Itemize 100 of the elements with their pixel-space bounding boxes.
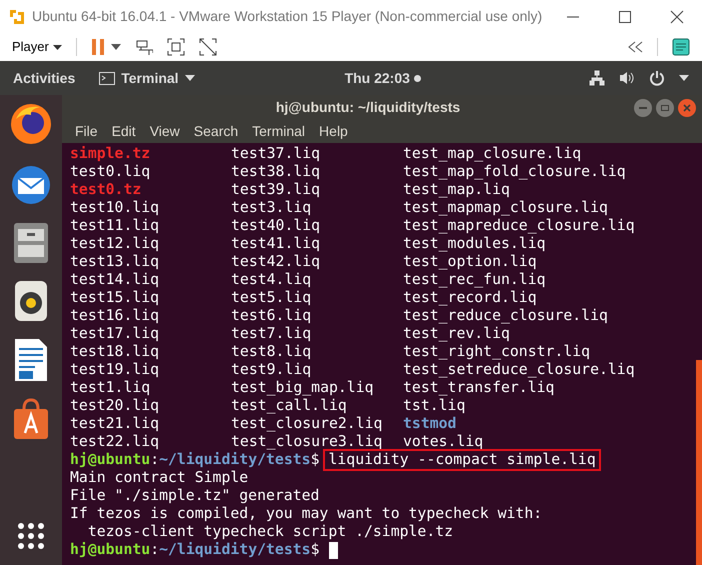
mail-client-icon[interactable] [9,163,53,207]
file-name: test_closure2.liq [231,415,382,433]
activities-button[interactable]: Activities [13,68,76,88]
file-name: test18.liq [70,343,160,361]
menu-item[interactable]: File [75,121,98,142]
file-name: test_map_fold_closure.liq [403,163,626,181]
file-name: tst.liq [403,397,466,415]
output-line: tezos-client typecheck script ./simple.tz [86,523,454,541]
file-name: test_record.liq [403,289,537,307]
prompt-path: ~/liquidity/tests [159,451,311,469]
file-name: test_call.liq [231,397,347,415]
double-chevron-icon[interactable] [627,41,643,53]
file-cabinet-icon[interactable] [11,221,51,265]
file-name: test_mapreduce_closure.liq [403,217,635,235]
file-name: test10.liq [70,199,160,217]
file-name: test_setreduce_closure.liq [403,361,635,379]
file-name: test_transfer.liq [403,379,554,397]
file-name: test15.liq [70,289,160,307]
file-name: test0.tz [70,181,142,199]
file-name: test_right_constr.liq [403,343,590,361]
file-name: test40.liq [231,217,320,235]
pause-icon[interactable] [90,38,105,56]
file-name: test16.liq [70,307,160,325]
file-name: test38.liq [231,163,320,181]
menu-item[interactable]: View [150,121,180,142]
file-name: test_rev.liq [403,325,510,343]
network-icon[interactable] [589,70,605,86]
output-line: Main contract Simple [70,469,248,487]
menu-item[interactable]: Terminal [252,121,306,142]
output-line: If tezos is compiled, you may want to typecheck with: [70,505,542,523]
file-name: test_map.liq [403,181,510,199]
file-name: test1.liq [70,379,150,397]
document-icon[interactable] [12,337,50,383]
file-name: test_big_map.liq [231,379,374,397]
file-name: test19.liq [70,361,160,379]
prompt-sign: $ [310,541,320,559]
file-name: test39.liq [231,181,320,199]
fullscreen-icon[interactable] [166,38,185,56]
file-name: test7.liq [231,325,312,343]
file-name: test42.liq [231,253,320,271]
file-name: test_modules.liq [403,235,546,253]
file-name: test6.liq [231,307,312,325]
file-name: test0.liq [70,163,150,181]
file-name: test_option.liq [403,253,537,271]
caret-icon [52,44,62,50]
caret-icon[interactable] [110,44,121,50]
file-name: simple.tz [70,145,150,163]
caret-icon[interactable] [679,75,689,81]
caret-icon [184,75,195,81]
directory-name: tstmod [403,415,456,433]
window-title: Ubuntu 64-bit 16.04.1 - VMware Workstation 15 Player (Non-commercial use only) [32,7,542,26]
file-name: test_reduce_closure.liq [403,307,608,325]
menu-item[interactable]: Help [319,121,348,142]
file-name: test_rec_fun.liq [403,271,546,289]
menu-item[interactable]: Search [194,121,238,142]
vmware-logo-icon [8,8,26,26]
file-name: test_map_closure.liq [403,145,582,163]
file-name: test14.liq [70,271,160,289]
file-name: test_mapmap_closure.liq [403,199,608,217]
close-icon[interactable] [670,10,684,24]
terminal-icon [99,72,116,84]
maximize-icon[interactable] [618,10,632,24]
menu-item[interactable]: Edit [112,121,136,142]
file-name: test13.liq [70,253,160,271]
file-name: test_closure3.liq [231,433,382,451]
file-name: test8.liq [231,343,312,361]
prompt-path: ~/liquidity/tests [159,541,311,559]
prompt-user: hj@ubuntu [70,541,150,559]
network-devices-icon[interactable] [134,38,153,56]
terminal-app-menu[interactable]: Terminal [99,68,195,88]
file-name: votes.liq [403,433,484,451]
terminal-title: hj@ubuntu: ~/liquidity/tests [274,98,462,117]
scrollbar[interactable] [696,360,702,565]
prompt-separator: : [150,541,160,559]
file-name: test41.liq [231,235,320,253]
file-name: test21.liq [70,415,160,433]
output-line: File "./simple.tz" generated [70,487,320,505]
prompt-user: hj@ubuntu [70,451,150,469]
file-name: test3.liq [231,199,312,217]
file-name: test17.liq [70,325,160,343]
command-text: liquidity --compact simple.liq [323,449,601,471]
player-menu[interactable]: Player [12,37,62,57]
clock[interactable]: Thu 22:03 [344,68,410,88]
volume-icon[interactable] [619,70,635,86]
unity-icon[interactable] [198,38,217,56]
file-name: test12.liq [70,235,160,253]
power-icon[interactable] [649,70,665,86]
file-name: test37.liq [231,145,320,163]
app-grid-icon[interactable] [16,521,46,551]
prompt-sign: $ [310,451,320,469]
file-name: test20.liq [70,397,160,415]
close-icon [683,104,691,112]
prompt-separator: : [150,451,160,469]
maximize-button[interactable] [656,98,674,116]
file-name: test4.liq [231,271,312,289]
file-name: test5.liq [231,289,312,307]
close-button[interactable] [678,98,696,116]
file-name: test9.liq [231,361,312,379]
minimize-button[interactable] [634,98,652,116]
notes-icon[interactable] [672,38,690,56]
